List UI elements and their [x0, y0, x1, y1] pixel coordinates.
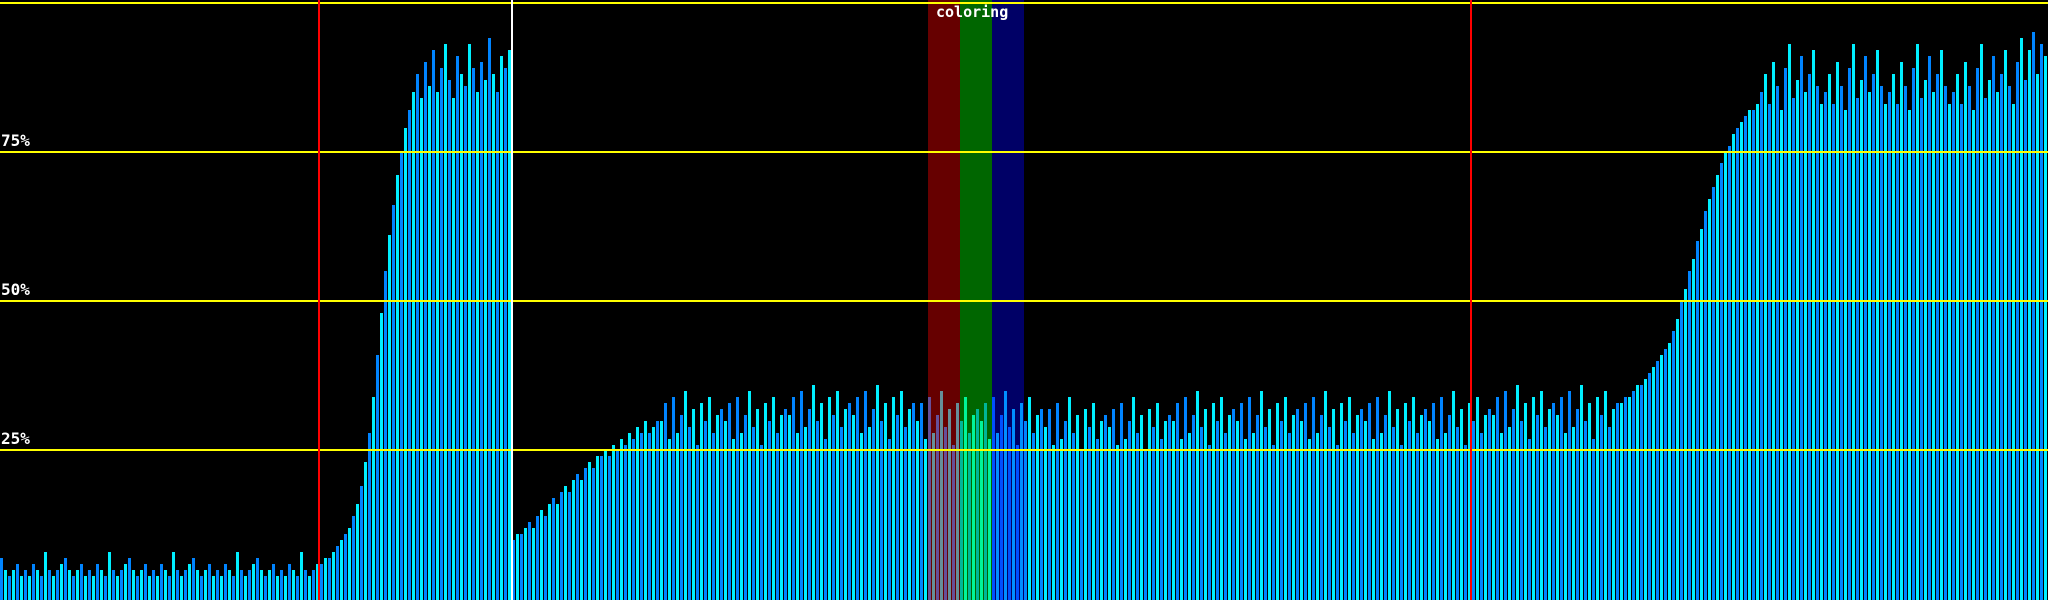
gridline-25 [0, 449, 2048, 451]
histogram-view: coloring 75% 50% 25% [0, 0, 2048, 600]
gridline-100 [0, 2, 2048, 4]
gridline-75 [0, 151, 2048, 153]
grid-and-markers-layer [0, 0, 2048, 600]
gridline-50 [0, 300, 2048, 302]
red-marker-2 [1470, 0, 1472, 600]
white-marker [511, 0, 513, 600]
red-marker-1 [318, 0, 320, 600]
